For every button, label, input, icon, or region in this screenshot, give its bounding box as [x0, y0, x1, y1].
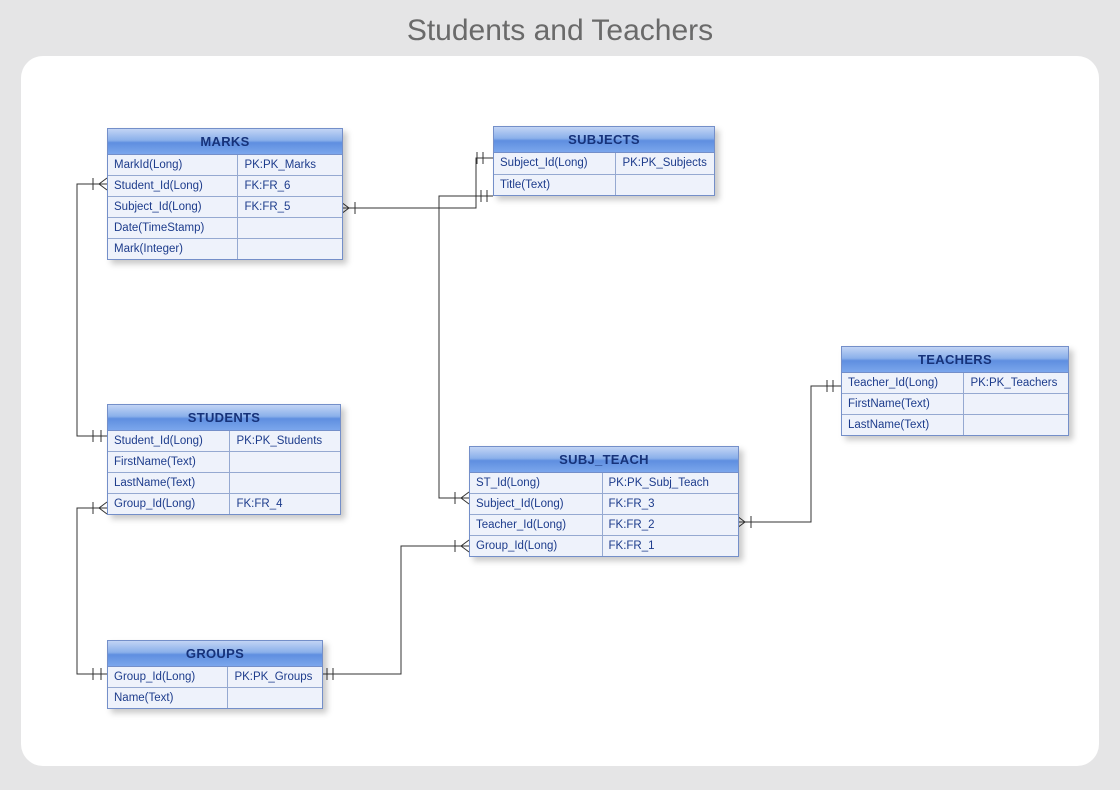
entity-header: SUBJECTS [494, 127, 714, 153]
field-name: Date(TimeStamp) [108, 217, 238, 238]
field-name: FirstName(Text) [108, 451, 230, 472]
field-name: Name(Text) [108, 687, 228, 708]
field-key [964, 393, 1068, 414]
field-name: LastName(Text) [842, 414, 964, 435]
field-key [230, 472, 340, 493]
field-name: Student_Id(Long) [108, 431, 230, 451]
field-name: Title(Text) [494, 174, 616, 195]
field-key [230, 451, 340, 472]
entity-header: MARKS [108, 129, 342, 155]
field-name: Group_Id(Long) [108, 493, 230, 514]
field-name: MarkId(Long) [108, 155, 238, 175]
field-name: Group_Id(Long) [470, 535, 603, 556]
field-key [616, 174, 714, 195]
field-name: Mark(Integer) [108, 238, 238, 259]
diagram-title: Students and Teachers [0, 0, 1120, 56]
entity-header: SUBJ_TEACH [470, 447, 738, 473]
field-key: FK:FR_4 [230, 493, 340, 514]
field-key [238, 217, 342, 238]
entity-groups: GROUPS Group_Id(Long)PK:PK_Groups Name(T… [107, 640, 323, 709]
entity-subjects: SUBJECTS Subject_Id(Long)PK:PK_Subjects … [493, 126, 715, 196]
field-key: FK:FR_5 [238, 196, 342, 217]
field-name: FirstName(Text) [842, 393, 964, 414]
field-name: Student_Id(Long) [108, 175, 238, 196]
field-key: FK:FR_6 [238, 175, 342, 196]
field-name: Subject_Id(Long) [108, 196, 238, 217]
field-name: Subject_Id(Long) [470, 493, 603, 514]
entity-header: STUDENTS [108, 405, 340, 431]
field-key [228, 687, 322, 708]
entity-students: STUDENTS Student_Id(Long)PK:PK_Students … [107, 404, 341, 515]
field-key: PK:PK_Subj_Teach [603, 473, 738, 493]
field-name: Subject_Id(Long) [494, 153, 616, 174]
field-key [238, 238, 342, 259]
field-key: FK:FR_3 [603, 493, 738, 514]
entity-subj-teach: SUBJ_TEACH ST_Id(Long)PK:PK_Subj_Teach S… [469, 446, 739, 557]
field-key: PK:PK_Teachers [964, 373, 1068, 393]
field-key: FK:FR_2 [603, 514, 738, 535]
field-name: Teacher_Id(Long) [470, 514, 603, 535]
entity-header: GROUPS [108, 641, 322, 667]
field-key: FK:FR_1 [603, 535, 738, 556]
field-key: PK:PK_Groups [228, 667, 322, 687]
field-name: Group_Id(Long) [108, 667, 228, 687]
field-name: LastName(Text) [108, 472, 230, 493]
field-key: PK:PK_Marks [238, 155, 342, 175]
entity-marks: MARKS MarkId(Long)PK:PK_Marks Student_Id… [107, 128, 343, 260]
entity-teachers: TEACHERS Teacher_Id(Long)PK:PK_Teachers … [841, 346, 1069, 436]
field-key: PK:PK_Subjects [616, 153, 714, 174]
diagram-canvas: MARKS MarkId(Long)PK:PK_Marks Student_Id… [21, 56, 1099, 766]
field-key [964, 414, 1068, 435]
field-key: PK:PK_Students [230, 431, 340, 451]
field-name: Teacher_Id(Long) [842, 373, 964, 393]
entity-header: TEACHERS [842, 347, 1068, 373]
field-name: ST_Id(Long) [470, 473, 603, 493]
